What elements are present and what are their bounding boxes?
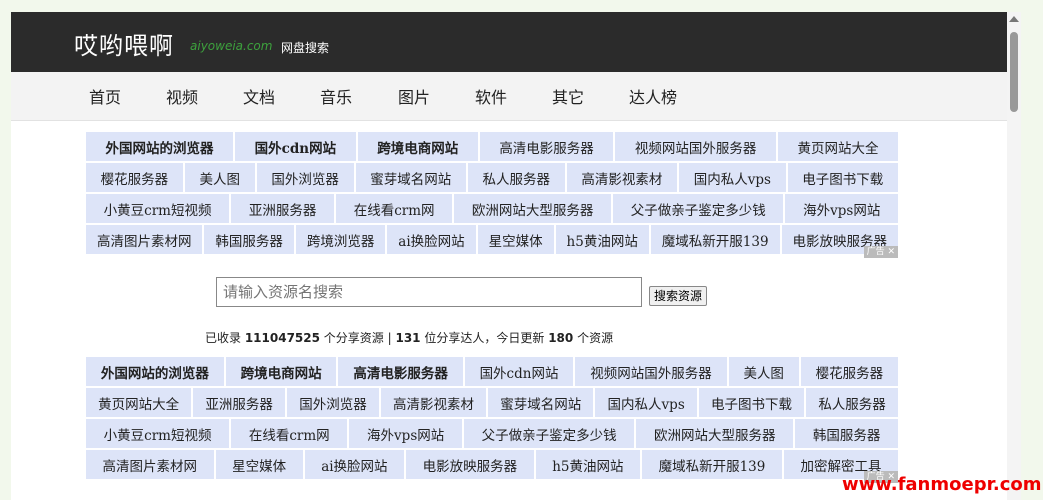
tag-link[interactable]: 国外浏览器 (287, 388, 381, 417)
tag-link[interactable]: 跨境电商网站 (225, 357, 339, 386)
scroll-thumb[interactable] (1010, 32, 1018, 112)
nav-item-video[interactable]: 视频 (166, 84, 198, 108)
scrollbar[interactable] (1007, 12, 1021, 500)
tag-link[interactable]: 海外vps网站 (349, 419, 464, 448)
nav-item-home[interactable]: 首页 (89, 84, 121, 108)
tag-link[interactable]: 高清电影服务器 (479, 132, 616, 161)
tag-link[interactable]: 蜜芽域名网站 (355, 163, 468, 192)
stats-line: 已收录 111047525 个分享资源 | 131 位分享达人，今日更新 180… (205, 329, 613, 346)
stats-users: 131 (395, 331, 421, 345)
nav-item-music[interactable]: 音乐 (320, 84, 352, 108)
tag-row: 外国网站的浏览器 国外cdn网站 跨境电商网站 高清电影服务器 视频网站国外服务器 黄页网… (86, 132, 899, 161)
tag-link[interactable]: 高清图片素材网 (86, 225, 205, 254)
tag-link[interactable]: 魔域私新开服139 (650, 225, 782, 254)
tag-link[interactable]: 外国网站的浏览器 (86, 357, 226, 386)
tag-link[interactable]: 小黄豆crm短视频 (86, 419, 232, 448)
stats-text: 个资源 (573, 331, 614, 345)
nav-item-ranking[interactable]: 达人榜 (629, 84, 677, 108)
tag-link[interactable]: 电影放映服务器 (406, 450, 536, 479)
tag-link[interactable]: 国外cdn网站 (235, 132, 358, 161)
tag-link[interactable]: 黄页网站大全 (86, 388, 194, 417)
tag-link[interactable]: 国外浏览器 (256, 163, 356, 192)
tag-link[interactable]: 私人服务器 (467, 163, 567, 192)
tag-row: 黄页网站大全 亚洲服务器 国外浏览器 高清影视素材 蜜芽域名网站 国内私人vps 电子图书下… (86, 388, 898, 417)
tag-link[interactable]: 亚洲服务器 (231, 194, 337, 223)
watermark: www.fanmoepr.com (842, 474, 1042, 495)
tag-link[interactable]: 高清影视素材 (566, 163, 680, 192)
main-nav: 首页 视频 文档 音乐 图片 软件 其它 达人榜 (11, 72, 1007, 121)
top-tag-grid: 外国网站的浏览器 国外cdn网站 跨境电商网站 高清电影服务器 视频网站国外服务器 黄页网… (86, 132, 899, 258)
tag-link[interactable]: 樱花服务器 (86, 163, 185, 192)
tag-link[interactable]: 跨境电商网站 (357, 132, 480, 161)
tag-link[interactable]: 私人服务器 (806, 388, 898, 417)
tag-link[interactable]: 欧洲网站大型服务器 (636, 419, 796, 448)
tag-link[interactable]: 樱花服务器 (800, 357, 899, 386)
tag-link[interactable]: 美人图 (184, 163, 257, 192)
tag-link[interactable]: 小黄豆crm短视频 (86, 194, 232, 223)
tag-link[interactable]: 星空媒体 (477, 225, 556, 254)
tag-link[interactable]: 高清影视素材 (380, 388, 489, 417)
tag-link[interactable]: 韩国服务器 (795, 419, 899, 448)
tag-link[interactable]: h5黄油网站 (535, 450, 643, 479)
tag-link[interactable]: 高清图片素材网 (86, 450, 216, 479)
tag-link[interactable]: ai换脸网站 (387, 225, 478, 254)
site-logo[interactable]: 哎哟喂啊 (74, 26, 174, 61)
tag-link[interactable]: 在线看crm网 (336, 194, 455, 223)
stats-text: 已收录 (205, 331, 245, 345)
tag-link[interactable]: 美人图 (728, 357, 801, 386)
tag-link[interactable]: h5黄油网站 (555, 225, 651, 254)
tag-link[interactable]: 蜜芽域名网站 (488, 388, 596, 417)
search-input[interactable] (216, 277, 642, 307)
scroll-up-icon[interactable] (1009, 16, 1019, 22)
tag-link[interactable]: 黄页网站大全 (777, 132, 899, 161)
tag-link[interactable]: 父子做亲子鉴定多少钱 (613, 194, 786, 223)
tag-link[interactable]: 国外cdn网站 (464, 357, 576, 386)
top-bar: 哎哟喂啊 aiyoweia.com 网盘搜索 (11, 12, 1007, 72)
tag-link[interactable]: 欧洲网站大型服务器 (454, 194, 614, 223)
nav-item-software[interactable]: 软件 (475, 84, 507, 108)
stats-text: 个分享资源 | (319, 331, 396, 345)
stats-text: 位分享达人，今日更新 (420, 331, 549, 345)
site-domain: aiyoweia.com (190, 39, 273, 53)
nav-item-docs[interactable]: 文档 (243, 84, 275, 108)
tag-row: 高清图片素材网 韩国服务器 跨境浏览器 ai换脸网站 星空媒体 h5黄油网站 魔域私新开服1… (86, 225, 898, 254)
ad-close-icon[interactable]: 广告 ✕ (863, 246, 898, 258)
tag-link[interactable]: 视频网站国外服务器 (615, 132, 778, 161)
tag-link[interactable]: 视频网站国外服务器 (575, 357, 729, 386)
tag-link[interactable]: 海外vps网站 (785, 194, 899, 223)
stats-shares: 111047525 (244, 331, 320, 345)
tag-link[interactable]: 电子图书下载 (787, 163, 898, 192)
tag-link[interactable]: 父子做亲子鉴定多少钱 (463, 419, 637, 448)
tag-link[interactable]: 跨境浏览器 (295, 225, 388, 254)
stats-today: 180 (548, 331, 574, 345)
page: 哎哟喂啊 aiyoweia.com 网盘搜索 首页 视频 文档 音乐 图片 软件… (11, 12, 1007, 500)
tag-link[interactable]: 国内私人vps (679, 163, 788, 192)
tag-row: 小黄豆crm短视频 亚洲服务器 在线看crm网 欧洲网站大型服务器 父子做亲子鉴定多少钱… (86, 194, 899, 223)
tag-link[interactable]: 国内私人vps (595, 388, 699, 417)
search-button[interactable]: 搜索资源 (649, 286, 708, 306)
tag-row: 外国网站的浏览器 跨境电商网站 高清电影服务器 国外cdn网站 视频网站国外服务器 美人图… (86, 357, 899, 386)
tag-link[interactable]: 魔域私新开服139 (642, 450, 784, 479)
tag-link[interactable]: 高清电影服务器 (338, 357, 465, 386)
bottom-tag-grid: 外国网站的浏览器 跨境电商网站 高清电影服务器 国外cdn网站 视频网站国外服务器 美人图… (86, 357, 899, 483)
tag-link[interactable]: 亚洲服务器 (193, 388, 288, 417)
nav-item-other[interactable]: 其它 (552, 84, 584, 108)
tag-link[interactable]: 星空媒体 (215, 450, 305, 479)
tag-link[interactable]: 在线看crm网 (231, 419, 350, 448)
tag-link[interactable]: ai换脸网站 (304, 450, 407, 479)
tag-link[interactable]: 外国网站的浏览器 (86, 132, 236, 161)
tag-link[interactable]: 电子图书下载 (698, 388, 807, 417)
nav-item-images[interactable]: 图片 (398, 84, 430, 108)
tag-row: 樱花服务器 美人图 国外浏览器 蜜芽域名网站 私人服务器 高清影视素材 国内私人vps 电子图… (86, 163, 898, 192)
tag-link[interactable]: 韩国服务器 (204, 225, 296, 254)
tag-row: 小黄豆crm短视频 在线看crm网 海外vps网站 父子做亲子鉴定多少钱 欧洲网站大型服… (86, 419, 899, 448)
tag-row: 高清图片素材网 星空媒体 ai换脸网站 电影放映服务器 h5黄油网站 魔域私新开服139 加… (86, 450, 898, 479)
site-subtitle: 网盘搜索 (281, 41, 330, 55)
